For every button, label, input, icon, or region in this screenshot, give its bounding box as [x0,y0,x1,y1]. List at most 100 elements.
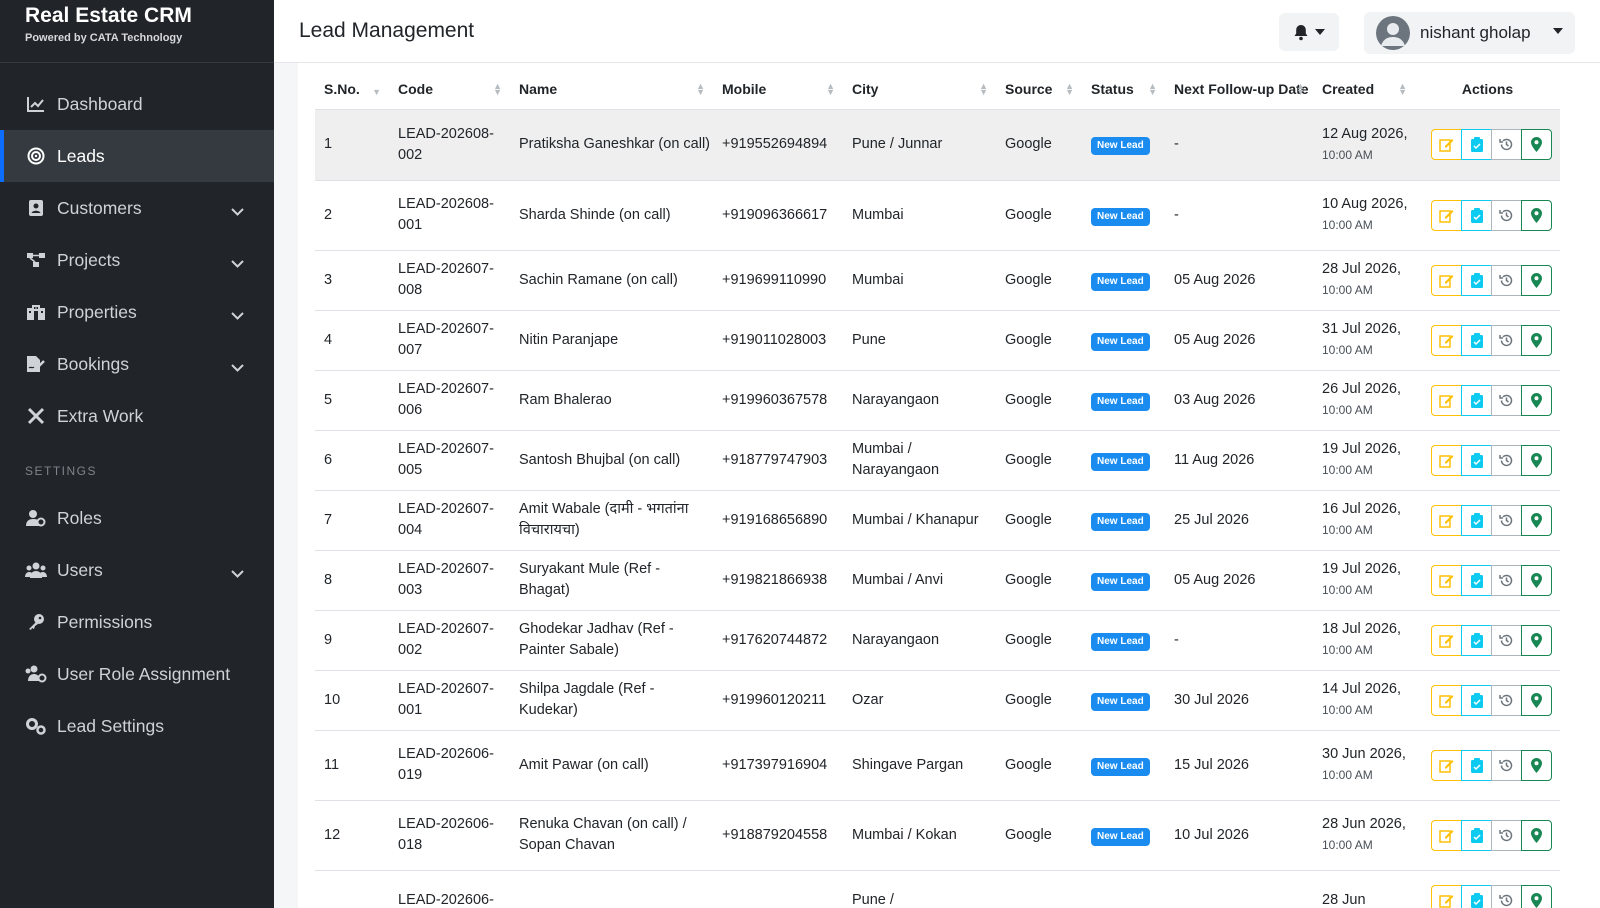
created-date: 12 Aug 2026, [1322,125,1408,142]
sidebar-item-lead-settings[interactable]: Lead Settings [0,700,274,752]
location-button[interactable] [1521,684,1552,716]
table-row[interactable]: 12 LEAD-202606-018 Renuka Chavan (on call)… [315,800,1560,871]
edit-button[interactable] [1431,684,1462,716]
edit-button[interactable] [1431,504,1462,536]
edit-button[interactable] [1431,444,1462,476]
history-button[interactable] [1491,199,1522,231]
user-menu-button[interactable]: nishant gholap [1364,12,1575,54]
created-date: 14 Jul 2026, [1322,681,1402,697]
sidebar-item-projects[interactable]: Projects [0,234,274,286]
notifications-button[interactable] [1279,13,1339,51]
tasks-button[interactable] [1461,504,1492,536]
table-header-row: S.No. ▼ Code ▲ ▼ Name ▲ ▼ Mobile ▲ ▼ City ▲ ▼ Source ▲ ▼… [315,63,1560,110]
table-row[interactable]: 1 LEAD-202608-002 Pratiksha Ganeshkar (on … [315,109,1560,181]
sidebar-item-bookings[interactable]: Bookings [0,338,274,390]
table-row[interactable]: 9 LEAD-202607-002 Ghodekar Jadhav (Ref - P… [315,610,1560,671]
tasks-button[interactable] [1461,564,1492,596]
edit-icon [1439,454,1454,468]
location-button[interactable] [1521,384,1552,416]
column-header-next-follow-up-date[interactable]: Next Follow-up Date ▲ ▼ [1165,63,1313,110]
edit-button[interactable] [1431,819,1462,851]
history-icon [1499,634,1513,646]
history-button[interactable] [1491,624,1522,656]
location-button[interactable] [1521,884,1552,908]
sidebar-item-leads[interactable]: Leads [0,130,274,182]
history-button[interactable] [1491,749,1522,781]
history-button[interactable] [1491,819,1522,851]
history-button[interactable] [1491,884,1522,908]
tasks-button[interactable] [1461,884,1492,908]
history-icon [1499,514,1513,526]
edit-button[interactable] [1431,564,1462,596]
sidebar-item-user-role-assignment[interactable]: User Role Assignment [0,648,274,700]
sidebar-item-users[interactable]: Users [0,544,274,596]
table-row[interactable]: 11 LEAD-202606-019 Amit Pawar (on call) +91… [315,730,1560,801]
column-header-created[interactable]: Created ▲ ▼ [1313,63,1415,110]
history-button[interactable] [1491,264,1522,296]
edit-button[interactable] [1431,384,1462,416]
sidebar-item-dashboard[interactable]: Dashboard [0,78,274,130]
tasks-button[interactable] [1461,444,1492,476]
sidebar-item-properties[interactable]: Properties [0,286,274,338]
cell-mobile [713,870,843,908]
tasks-button[interactable] [1461,819,1492,851]
table-row[interactable]: 8 LEAD-202607-003 Suryakant Mule (Ref - Bh… [315,550,1560,611]
location-button[interactable] [1521,749,1552,781]
tasks-button[interactable] [1461,749,1492,781]
table-row[interactable]: 6 LEAD-202607-005 Santosh Bhujbal (on call… [315,430,1560,491]
sidebar-item-customers[interactable]: Customers [0,182,274,234]
column-header-city[interactable]: City ▲ ▼ [843,63,996,110]
location-button[interactable] [1521,504,1552,536]
edit-button[interactable] [1431,884,1462,908]
column-header-status[interactable]: Status ▲ ▼ [1082,63,1165,110]
clipboard-icon [1470,512,1483,528]
table-row[interactable]: 7 LEAD-202607-004 Amit Wabale (दामी - भगता… [315,490,1560,551]
column-header-code[interactable]: Code ▲ ▼ [389,63,510,110]
tasks-button[interactable] [1461,384,1492,416]
column-header-s-no[interactable]: S.No. ▼ [315,63,389,110]
location-button[interactable] [1521,264,1552,296]
history-button[interactable] [1491,504,1522,536]
tasks-button[interactable] [1461,264,1492,296]
cell-name-text: Amit Pawar (on call) [519,756,649,773]
history-button[interactable] [1491,684,1522,716]
sidebar-item-extra-work[interactable]: Extra Work [0,390,274,442]
table-row[interactable]: LEAD-202606- Pune / 28 Jun [315,870,1560,908]
column-header-source[interactable]: Source ▲ ▼ [996,63,1082,110]
edit-button[interactable] [1431,199,1462,231]
edit-button[interactable] [1431,324,1462,356]
tasks-button[interactable] [1461,199,1492,231]
column-header-actions[interactable]: Actions [1415,63,1560,110]
tasks-button[interactable] [1461,684,1492,716]
column-header-name[interactable]: Name ▲ ▼ [510,63,713,110]
edit-button[interactable] [1431,749,1462,781]
history-button[interactable] [1491,324,1522,356]
location-button[interactable] [1521,444,1552,476]
sidebar-item-permissions[interactable]: Permissions [0,596,274,648]
history-button[interactable] [1491,384,1522,416]
column-header-mobile[interactable]: Mobile ▲ ▼ [713,63,843,110]
table-row[interactable]: 4 LEAD-202607-007 Nitin Paranjape +91901102… [315,310,1560,371]
location-button[interactable] [1521,199,1552,231]
tasks-button[interactable] [1461,324,1492,356]
table-row[interactable]: 3 LEAD-202607-008 Sachin Ramane (on call) +… [315,250,1560,311]
edit-button[interactable] [1431,624,1462,656]
history-button[interactable] [1491,129,1522,160]
location-button[interactable] [1521,564,1552,596]
location-button[interactable] [1521,324,1552,356]
tasks-button[interactable] [1461,624,1492,656]
table-row[interactable]: 2 LEAD-202608-001 Sharda Shinde (on call) +… [315,180,1560,251]
table-row[interactable]: 5 LEAD-202607-006 Ram Bhalerao +91996036757… [315,370,1560,431]
cell-sno: 11 [315,730,389,801]
table-row[interactable]: 10 LEAD-202607-001 Shilpa Jagdale (Ref - K… [315,670,1560,731]
cell-source-text: Google [1005,691,1052,708]
sidebar-item-roles[interactable]: Roles [0,492,274,544]
tasks-button[interactable] [1461,129,1492,160]
edit-button[interactable] [1431,264,1462,296]
history-button[interactable] [1491,444,1522,476]
history-button[interactable] [1491,564,1522,596]
location-button[interactable] [1521,624,1552,656]
location-button[interactable] [1521,819,1552,851]
location-button[interactable] [1521,129,1552,160]
edit-button[interactable] [1431,129,1462,160]
